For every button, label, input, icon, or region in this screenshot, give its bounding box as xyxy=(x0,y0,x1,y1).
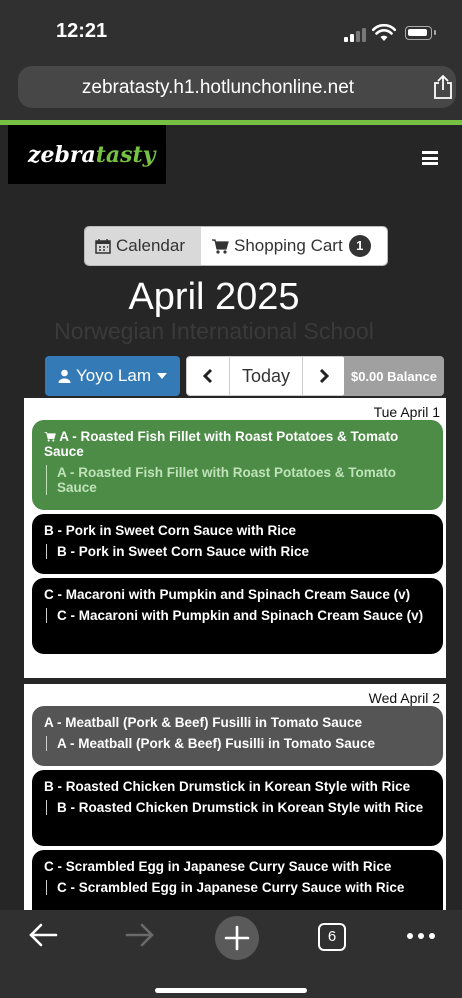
status-bar: 12:21 xyxy=(0,0,462,62)
meal-title: A - Meatball (Pork & Beef) Fusilli in To… xyxy=(44,715,363,730)
forward-arrow-icon xyxy=(125,923,154,947)
date-navigation: Today xyxy=(186,356,346,396)
zebratasty-logo[interactable]: zebra tasty xyxy=(8,125,166,184)
meal-description: B - Roasted Chicken Drumstick in Korean … xyxy=(46,800,433,815)
meal-title: B - Roasted Chicken Drumstick in Korean … xyxy=(44,779,411,794)
tabs-button[interactable]: 6 xyxy=(318,923,346,951)
today-button[interactable]: Today xyxy=(229,357,303,395)
menu-icon[interactable] xyxy=(422,151,438,165)
meal-option-in-cart[interactable]: A - Roasted Fish Fillet with Roast Potat… xyxy=(32,420,443,510)
browser-address-area: zebratasty.h1.hotlunchonline.net xyxy=(0,62,462,120)
meal-title: B - Pork in Sweet Corn Sauce with Rice xyxy=(44,523,297,538)
meal-title: C - Scrambled Egg in Japanese Curry Sauc… xyxy=(44,859,392,874)
tab-shopping-cart[interactable]: Shopping Cart 1 xyxy=(201,227,387,265)
meal-option-unavailable: A - Meatball (Pork & Beef) Fusilli in To… xyxy=(32,706,443,766)
view-tabs: Calendar Shopping Cart 1 xyxy=(84,226,388,266)
day-date: Wed April 2 xyxy=(368,690,440,706)
cart-icon xyxy=(212,239,229,254)
tab-calendar-label: Calendar xyxy=(116,236,185,255)
user-select-button[interactable]: Yoyo Lam xyxy=(45,356,180,396)
meal-option[interactable]: C - Scrambled Egg in Japanese Curry Sauc… xyxy=(32,850,443,910)
user-name: Yoyo Lam xyxy=(76,366,151,385)
wifi-icon xyxy=(372,24,396,41)
day-panel: Wed April 2 A - Meatball (Pork & Beef) F… xyxy=(24,684,446,910)
battery-icon xyxy=(405,26,436,40)
back-arrow-icon[interactable] xyxy=(28,922,58,948)
address-bar[interactable]: zebratasty.h1.hotlunchonline.net xyxy=(18,66,456,108)
browser-toolbar: 6 xyxy=(0,910,462,998)
meal-title: C - Macaroni with Pumpkin and Spinach Cr… xyxy=(44,587,411,602)
day-panel: Tue April 1 A - Roasted Fish Fillet with… xyxy=(24,398,446,678)
meal-description: C - Scrambled Egg in Japanese Curry Sauc… xyxy=(46,880,433,895)
meal-option[interactable]: B - Roasted Chicken Drumstick in Korean … xyxy=(32,770,443,846)
meal-title: A - Roasted Fish Fillet with Roast Potat… xyxy=(44,429,399,459)
clock: 12:21 xyxy=(56,20,108,42)
prev-month-button[interactable] xyxy=(187,357,229,395)
plus-icon xyxy=(224,925,250,951)
balance-badge[interactable]: $0.00 Balance xyxy=(344,356,444,396)
share-icon[interactable] xyxy=(432,74,454,100)
next-month-button[interactable] xyxy=(303,357,345,395)
cart-count-badge: 1 xyxy=(348,235,371,257)
chevron-down-icon xyxy=(156,373,167,379)
meal-option[interactable]: C - Macaroni with Pumpkin and Spinach Cr… xyxy=(32,578,443,654)
site-header: zebra tasty xyxy=(0,125,462,191)
chevron-right-icon xyxy=(319,369,329,383)
school-name: Norwegian International School xyxy=(54,318,374,344)
new-tab-button[interactable] xyxy=(215,916,259,960)
chevron-left-icon xyxy=(203,369,213,383)
meal-description: C - Macaroni with Pumpkin and Spinach Cr… xyxy=(46,608,433,623)
meal-description: A - Meatball (Pork & Beef) Fusilli in To… xyxy=(46,736,433,751)
logo-text-accent: tasty xyxy=(95,141,156,168)
home-indicator xyxy=(155,988,307,993)
url-text: zebratasty.h1.hotlunchonline.net xyxy=(81,77,355,98)
more-icon[interactable] xyxy=(406,932,436,940)
page-title: April 2025 xyxy=(128,276,300,318)
logo-text-primary: zebra xyxy=(28,141,96,168)
meal-description: B - Pork in Sweet Corn Sauce with Rice xyxy=(46,544,433,559)
tab-cart-label: Shopping Cart xyxy=(234,236,343,255)
tab-calendar[interactable]: Calendar xyxy=(85,227,201,265)
day-date: Tue April 1 xyxy=(373,404,440,420)
cart-icon xyxy=(44,432,56,442)
user-icon xyxy=(58,369,71,383)
signal-icon xyxy=(344,28,366,42)
main-content: Calendar Shopping Cart 1 April 2025 Norw… xyxy=(0,191,462,910)
meal-description: A - Roasted Fish Fillet with Roast Potat… xyxy=(46,465,433,495)
meal-option[interactable]: B - Pork in Sweet Corn Sauce with Rice B… xyxy=(32,514,443,574)
calendar-icon xyxy=(95,239,111,254)
